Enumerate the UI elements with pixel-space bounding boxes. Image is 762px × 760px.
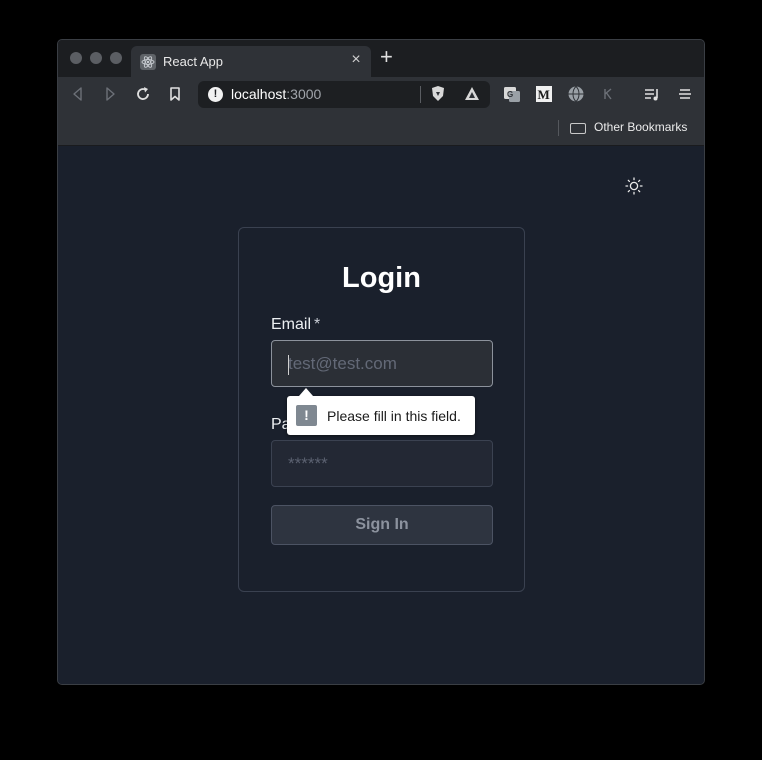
forward-icon[interactable]: [100, 84, 120, 104]
validation-message: Please fill in this field.: [327, 408, 461, 424]
tab-react-app[interactable]: React App ×: [131, 46, 371, 77]
back-icon[interactable]: [68, 84, 88, 104]
required-marker: *: [314, 316, 321, 333]
minimize-window-button[interactable]: [90, 52, 102, 64]
globe-extension-icon[interactable]: [566, 84, 586, 104]
address-bar-divider: [420, 86, 421, 103]
tooltip-arrow: [299, 388, 313, 396]
other-bookmarks-link[interactable]: Other Bookmarks: [594, 120, 687, 134]
bookmark-icon[interactable]: [165, 84, 185, 104]
url-host: localhost: [231, 86, 287, 102]
address-bar[interactable]: ! localhost:3000: [198, 81, 490, 108]
warning-icon: !: [296, 405, 317, 426]
brave-shields-icon[interactable]: [428, 84, 448, 104]
validation-tooltip: ! Please fill in this field.: [287, 388, 475, 435]
text-caret: [288, 355, 289, 375]
login-title: Login: [342, 262, 421, 294]
site-info-icon[interactable]: !: [208, 87, 223, 102]
reload-icon[interactable]: [133, 84, 153, 104]
maximize-window-button[interactable]: [110, 52, 122, 64]
medium-extension-icon[interactable]: M: [534, 84, 554, 104]
sun-icon[interactable]: [624, 176, 644, 196]
email-label-text: Email: [271, 316, 312, 333]
tab-strip: React App × +: [58, 40, 704, 77]
browser-window: React App × + ! localhost:3000 G M Other…: [57, 39, 705, 685]
bookmarks-divider: [558, 120, 559, 136]
tab-close-icon[interactable]: ×: [347, 51, 365, 69]
svg-text:M: M: [538, 87, 550, 102]
browser-toolbar: ! localhost:3000 G M: [58, 77, 704, 112]
email-label: Email *: [271, 316, 320, 334]
svg-text:G: G: [507, 90, 513, 99]
url-port: :3000: [286, 86, 322, 102]
password-input[interactable]: [271, 440, 493, 487]
k-extension-icon[interactable]: [598, 84, 618, 104]
close-window-button[interactable]: [70, 52, 82, 64]
new-tab-button[interactable]: +: [380, 44, 393, 70]
menu-icon[interactable]: [675, 84, 695, 104]
reading-list-icon[interactable]: [642, 84, 662, 104]
url-text: localhost:3000: [231, 86, 321, 102]
translate-extension-icon[interactable]: G: [502, 84, 522, 104]
folder-icon: [570, 123, 586, 134]
sign-in-button[interactable]: Sign In: [271, 505, 493, 545]
tab-title: React App: [163, 54, 223, 69]
email-input[interactable]: [271, 340, 493, 387]
brave-rewards-icon[interactable]: [462, 84, 482, 104]
react-favicon-icon: [140, 54, 156, 70]
bookmarks-bar: Other Bookmarks: [58, 112, 704, 146]
